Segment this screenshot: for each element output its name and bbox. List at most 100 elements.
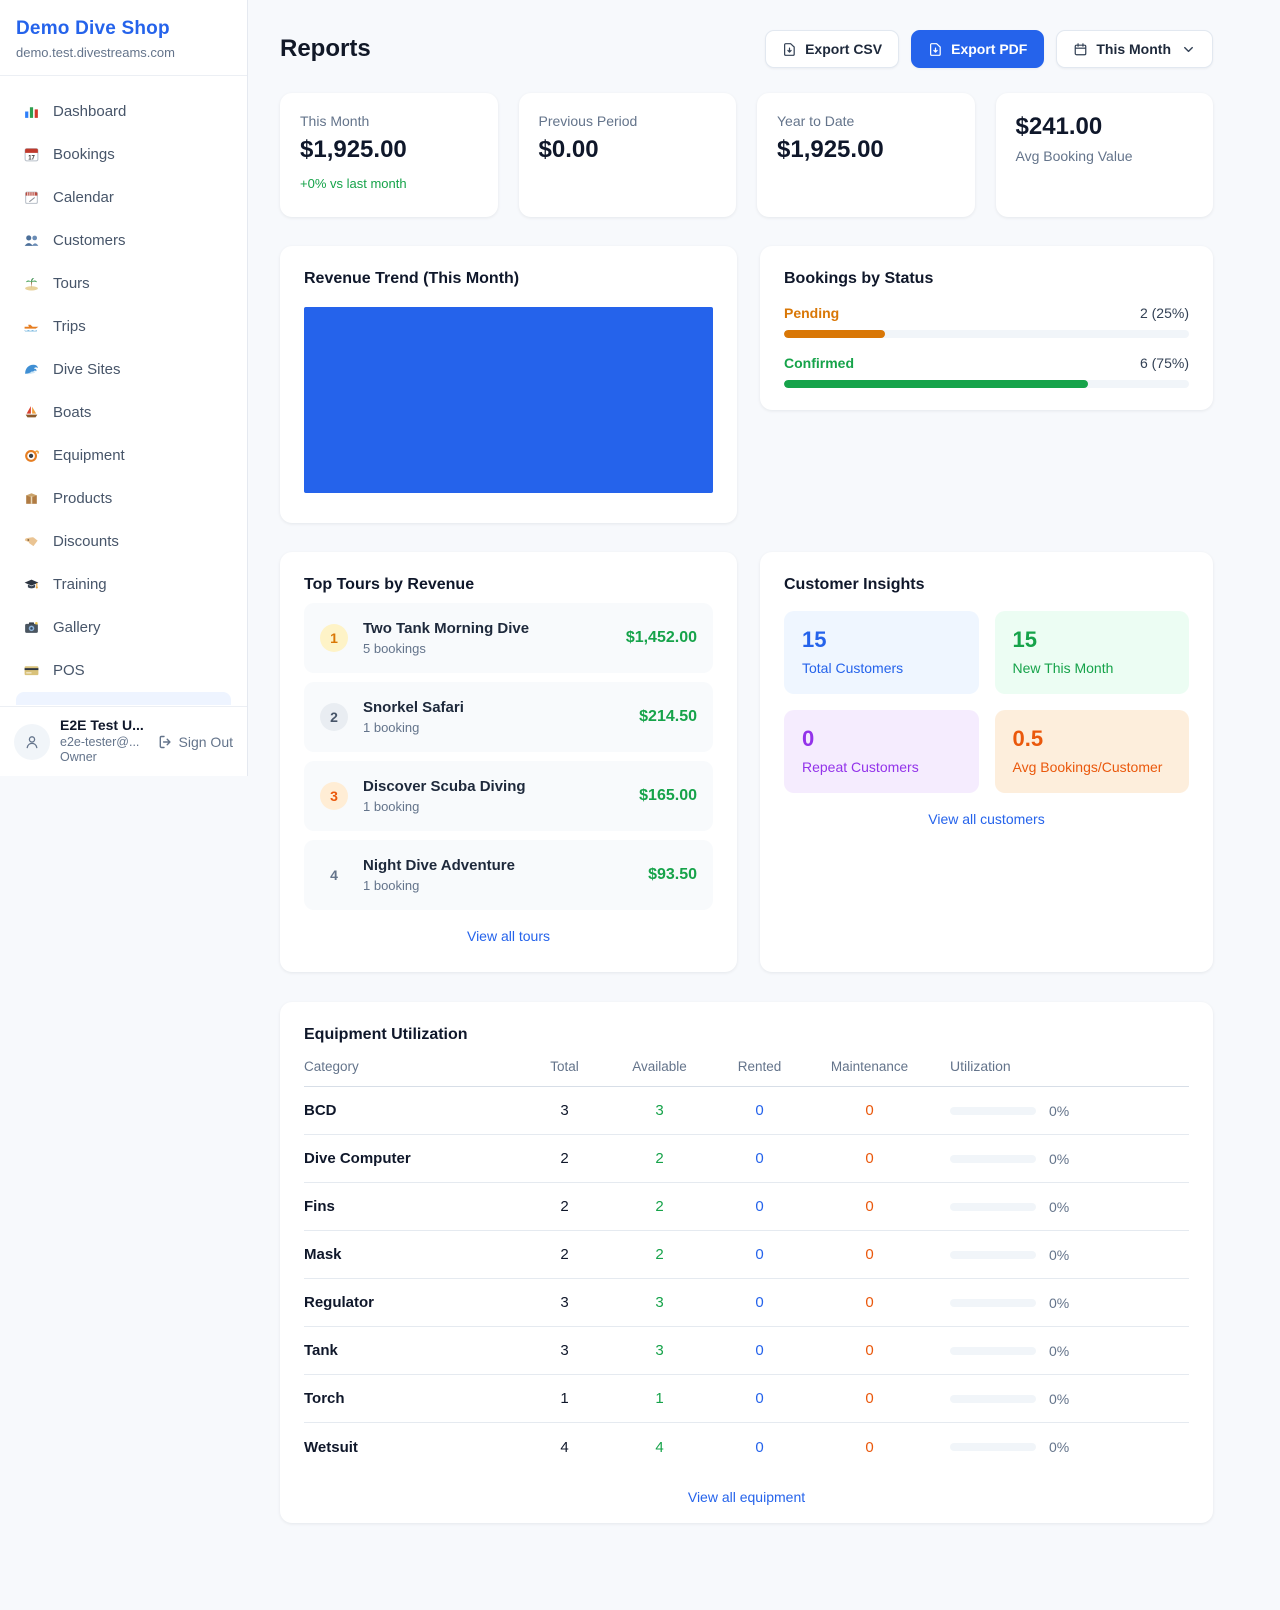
utilization-bar [950,1251,1036,1259]
tour-revenue: $165.00 [639,787,697,805]
grad-cap-icon [22,576,40,594]
stat-card-avg-booking-value: $241.00 Avg Booking Value [996,93,1214,217]
sidebar-item-pos[interactable]: POS [8,649,239,692]
utilization-percent: 0% [1049,1103,1069,1119]
tile-label: New This Month [1013,660,1172,676]
cell-available: 1 [607,1390,712,1407]
column-header: Maintenance [807,1059,932,1074]
view-all-tours-link[interactable]: View all tours [304,928,713,944]
utilization-bar [950,1395,1036,1403]
tile-value: 0.5 [1013,726,1172,752]
wave-icon [22,361,40,379]
sidebar-item-bookings[interactable]: 17 Bookings [8,133,239,176]
column-header: Rented [712,1059,807,1074]
chevron-down-icon [1181,42,1196,57]
tour-bookings: 1 booking [363,720,464,735]
table-row: BCD 3 3 0 0 0% [304,1087,1189,1135]
shop-subdomain: demo.test.divestreams.com [16,45,231,60]
sign-out-button[interactable]: Sign Out [157,734,233,750]
sidebar-item-label: POS [53,662,85,679]
cell-rented: 0 [712,1198,807,1215]
cell-rented: 0 [712,1390,807,1407]
tile-repeat-customers: 0 Repeat Customers [784,710,979,793]
sidebar-item-dive-sites[interactable]: Dive Sites [8,348,239,391]
cell-utilization: 0% [932,1199,1189,1215]
table-row: Mask 2 2 0 0 0% [304,1231,1189,1279]
table-row: Tank 3 3 0 0 0% [304,1327,1189,1375]
cell-category: Dive Computer [304,1150,522,1167]
page-title: Reports [280,35,371,63]
sign-out-icon [157,734,173,750]
revenue-trend-chart [304,307,713,493]
tour-name: Two Tank Morning Dive [363,620,529,637]
cell-utilization: 0% [932,1247,1189,1263]
status-count: 2 (25%) [1140,305,1189,321]
sidebar-item-products[interactable]: Products [8,477,239,520]
sidebar-item-equipment[interactable]: Equipment [8,434,239,477]
cell-maintenance: 0 [807,1294,932,1311]
bar-chart-icon [22,103,40,121]
stat-label: Year to Date [777,113,955,129]
export-csv-button[interactable]: Export CSV [765,30,899,68]
cell-total: 2 [522,1150,607,1167]
sidebar-item-dashboard[interactable]: Dashboard [8,90,239,133]
stat-cards: This Month $1,925.00 +0% vs last month P… [280,93,1213,217]
sidebar-item-boats[interactable]: Boats [8,391,239,434]
tile-label: Total Customers [802,660,961,676]
table-row: Fins 2 2 0 0 0% [304,1183,1189,1231]
top-tours-title: Top Tours by Revenue [304,576,713,594]
utilization-percent: 0% [1049,1151,1069,1167]
status-row-pending: Pending 2 (25%) [784,305,1189,338]
stat-card-this-month: This Month $1,925.00 +0% vs last month [280,93,498,217]
sidebar-item-active-partial[interactable] [16,692,231,705]
cell-maintenance: 0 [807,1150,932,1167]
sidebar-item-customers[interactable]: Customers [8,219,239,262]
cell-maintenance: 0 [807,1390,932,1407]
tag-icon [22,533,40,551]
view-all-customers-link[interactable]: View all customers [784,811,1189,827]
sidebar-nav: Dashboard 17 Bookings Calendar Customers… [0,76,247,706]
view-all-equipment-link[interactable]: View all equipment [304,1489,1189,1505]
sidebar-item-label: Calendar [53,189,114,206]
cell-available: 2 [607,1246,712,1263]
tile-total-customers: 15 Total Customers [784,611,979,694]
column-header: Utilization [932,1058,1189,1074]
stat-card-previous-period: Previous Period $0.00 [519,93,737,217]
cell-available: 3 [607,1294,712,1311]
customer-insights-title: Customer Insights [784,576,1189,594]
person-icon [23,733,41,751]
equipment-utilization-card: Equipment Utilization Category Total Ava… [280,1002,1213,1523]
sidebar-item-discounts[interactable]: Discounts [8,520,239,563]
cell-category: BCD [304,1102,522,1119]
utilization-percent: 0% [1049,1295,1069,1311]
cell-category: Mask [304,1246,522,1263]
stat-card-year-to-date: Year to Date $1,925.00 [757,93,975,217]
cell-available: 3 [607,1102,712,1119]
sidebar-item-trips[interactable]: Trips [8,305,239,348]
cell-rented: 0 [712,1102,807,1119]
sidebar-item-label: Bookings [53,146,115,163]
package-icon [22,490,40,508]
customer-insights-card: Customer Insights 15 Total Customers 15 … [760,552,1213,972]
calendar-pad-icon [22,189,40,207]
stat-label: Previous Period [539,113,717,129]
cell-maintenance: 0 [807,1198,932,1215]
sidebar-item-gallery[interactable]: Gallery [8,606,239,649]
tile-label: Repeat Customers [802,759,961,775]
cell-rented: 0 [712,1439,807,1456]
utilization-percent: 0% [1049,1391,1069,1407]
cell-total: 3 [522,1342,607,1359]
period-select[interactable]: This Month [1056,30,1213,68]
sidebar-item-calendar[interactable]: Calendar [8,176,239,219]
tile-value: 15 [1013,627,1172,653]
equipment-utilization-title: Equipment Utilization [304,1026,1189,1044]
status-bar-track [784,380,1189,388]
tour-bookings: 5 bookings [363,641,529,656]
sidebar-item-training[interactable]: Training [8,563,239,606]
table-row: Torch 1 1 0 0 0% [304,1375,1189,1423]
camera-icon [22,619,40,637]
export-pdf-button[interactable]: Export PDF [911,30,1044,68]
dive-mask-icon [22,447,40,465]
sidebar-item-tours[interactable]: Tours [8,262,239,305]
stat-delta: +0% vs last month [300,176,478,191]
